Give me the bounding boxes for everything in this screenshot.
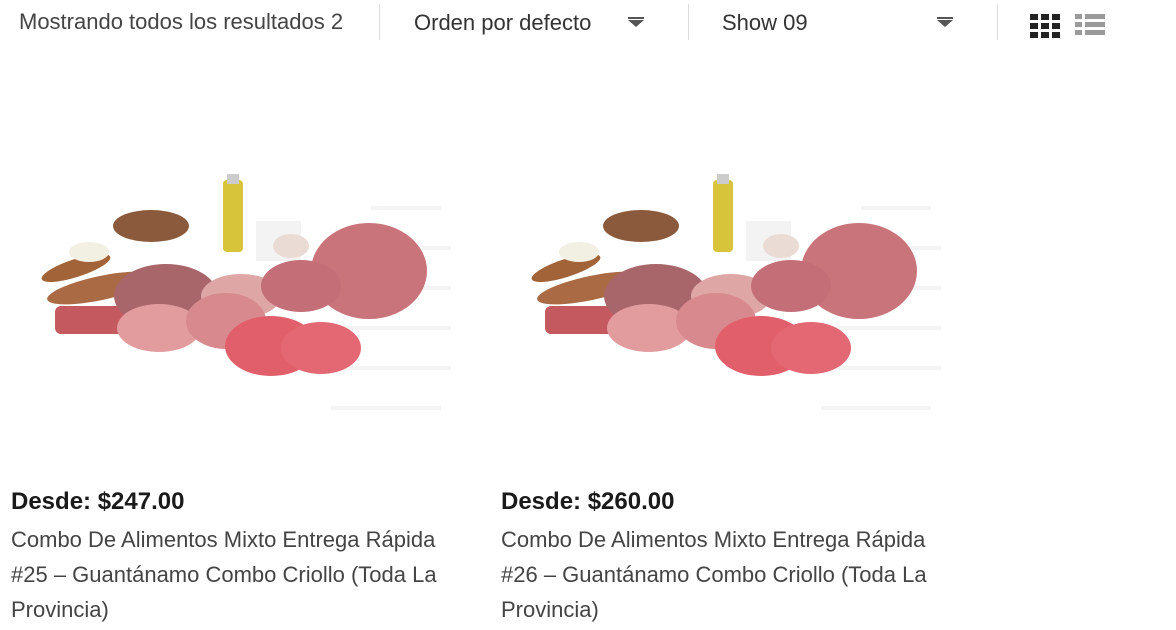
grid-view-icon[interactable] <box>1030 14 1060 38</box>
result-count: Mostrando todos los resultados 2 <box>19 9 344 34</box>
per-page-label: Show 09 <box>722 10 808 35</box>
shop-toolbar: Mostrando todos los resultados 2 Orden p… <box>0 0 1176 48</box>
product-image[interactable] <box>501 136 951 436</box>
per-page-select[interactable]: Show 09 <box>700 0 990 48</box>
chevron-down-icon <box>937 17 953 27</box>
divider <box>688 4 689 40</box>
product-title-link[interactable]: Combo De Alimentos Mixto Entrega Rápida … <box>501 522 951 627</box>
product-image[interactable] <box>11 136 461 436</box>
chevron-down-icon <box>628 17 644 27</box>
product-title-link[interactable]: Combo De Alimentos Mixto Entrega Rápida … <box>11 522 461 627</box>
product-price: Desde: $247.00 <box>11 488 185 515</box>
orderby-label: Orden por defecto <box>414 10 592 35</box>
divider <box>997 4 998 40</box>
product-price: Desde: $260.00 <box>501 488 675 515</box>
list-view-icon[interactable] <box>1075 14 1105 35</box>
divider <box>379 4 380 40</box>
orderby-select[interactable]: Orden por defecto <box>390 0 680 48</box>
